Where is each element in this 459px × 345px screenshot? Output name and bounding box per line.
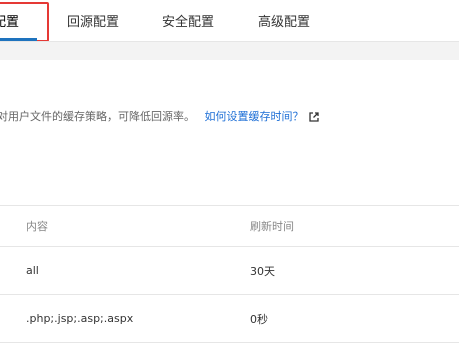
table-row: all 30天 bbox=[0, 247, 459, 295]
header-content: 内容 bbox=[26, 220, 48, 233]
description-line: 针对用户文件的缓存策略，可降低回源率。 如何设置缓存时间？ bbox=[0, 108, 319, 126]
help-link[interactable]: 如何设置缓存时间？ bbox=[205, 110, 320, 123]
help-link-label: 如何设置缓存时间？ bbox=[204, 110, 304, 123]
row-refresh-time: 0秒 bbox=[250, 312, 268, 326]
tab-security-config[interactable]: 安全配置 bbox=[162, 0, 214, 42]
highlight-box bbox=[0, 2, 49, 42]
section-header-band bbox=[0, 42, 459, 60]
tab-origin-config[interactable]: 回源配置 bbox=[67, 0, 119, 42]
tab-advanced-config[interactable]: 高级配置 bbox=[258, 0, 310, 42]
row-content: .php;.jsp;.asp;.aspx bbox=[26, 312, 134, 325]
row-content: all bbox=[26, 264, 39, 277]
table-header-row: 内容 刷新时间 bbox=[0, 205, 459, 247]
description-text: 针对用户文件的缓存策略，可降低回源率。 bbox=[0, 110, 195, 123]
row-refresh-time: 30天 bbox=[250, 264, 275, 278]
tab-bar: 缓存配置 回源配置 安全配置 高级配置 bbox=[0, 0, 459, 42]
cache-rules-table: 内容 刷新时间 all 30天 .php;.jsp;.asp;.aspx 0秒 bbox=[0, 205, 459, 343]
header-refresh-time: 刷新时间 bbox=[250, 220, 294, 233]
table-row: .php;.jsp;.asp;.aspx 0秒 bbox=[0, 295, 459, 343]
external-link-icon bbox=[309, 110, 319, 128]
